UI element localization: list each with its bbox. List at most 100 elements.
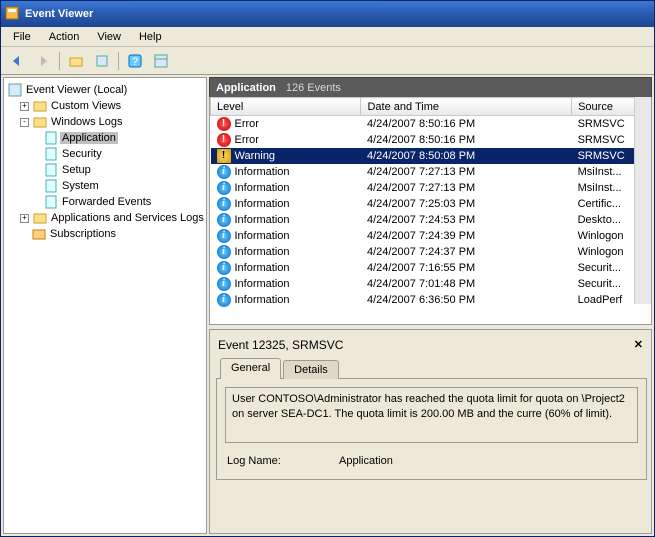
tree-windows-logs[interactable]: -Windows Logs bbox=[8, 114, 206, 130]
tree-application[interactable]: Application bbox=[8, 130, 206, 146]
warning-icon bbox=[217, 149, 231, 163]
help-icon: ? bbox=[128, 54, 142, 68]
table-row[interactable]: Information4/24/2007 7:24:37 PMWinlogon4… bbox=[211, 244, 653, 260]
level-text: Information bbox=[235, 182, 290, 194]
error-icon bbox=[217, 133, 231, 147]
table-row[interactable]: Information4/24/2007 7:24:53 PMDeskto...… bbox=[211, 212, 653, 228]
detail-title: Event 12325, SRMSVC bbox=[216, 336, 647, 358]
tree-label: Custom Views bbox=[49, 100, 123, 112]
tree-label: Security bbox=[60, 148, 104, 160]
properties-icon bbox=[95, 54, 109, 68]
folder-icon bbox=[33, 99, 47, 113]
tree-setup[interactable]: Setup bbox=[8, 162, 206, 178]
table-row[interactable]: Information4/24/2007 7:27:13 PMMsiInst..… bbox=[211, 164, 653, 180]
list-count: 126 Events bbox=[286, 82, 341, 94]
col-source[interactable]: Source bbox=[572, 98, 652, 116]
log-icon bbox=[44, 163, 58, 177]
datetime-cell: 4/24/2007 7:01:48 PM bbox=[361, 276, 572, 292]
datetime-cell: 4/24/2007 7:25:03 PM bbox=[361, 196, 572, 212]
expand-icon[interactable]: + bbox=[20, 102, 29, 111]
col-datetime[interactable]: Date and Time bbox=[361, 98, 572, 116]
datetime-cell: 4/24/2007 8:50:16 PM bbox=[361, 116, 572, 132]
menu-action[interactable]: Action bbox=[41, 29, 88, 45]
tree-subscriptions[interactable]: Subscriptions bbox=[8, 226, 206, 242]
tree-label: Application bbox=[60, 132, 118, 144]
show-hide-tree-button[interactable] bbox=[64, 50, 88, 72]
tree-label: Event Viewer (Local) bbox=[24, 84, 129, 96]
table-row[interactable]: Information 4/24/2007 7:16:55 PMSecurit..… bbox=[211, 260, 653, 276]
detail-pane[interactable]: Event 12325, SRMSVC ✕ General Details Us… bbox=[209, 329, 652, 534]
folder-icon bbox=[33, 211, 47, 225]
log-icon bbox=[44, 195, 58, 209]
source-cell: Winlogon bbox=[572, 228, 652, 244]
level-text: Information bbox=[235, 294, 290, 306]
prop-key: Log Name: bbox=[227, 453, 337, 469]
info-icon bbox=[217, 213, 231, 227]
table-row[interactable]: Information4/24/2007 7:24:39 PMWinlogon6… bbox=[211, 228, 653, 244]
table-row[interactable]: Warning4/24/2007 8:50:08 PMSRMSVC12325No… bbox=[211, 148, 653, 164]
table-row[interactable]: Error4/24/2007 8:50:16 PMSRMSVC8201None bbox=[211, 116, 653, 132]
tree-pane[interactable]: Event Viewer (Local) + Custom Views -Wind… bbox=[3, 77, 207, 534]
info-icon bbox=[217, 181, 231, 195]
source-cell: Securit... bbox=[572, 260, 652, 276]
event-table: Level Date and Time Source Event ID Task… bbox=[210, 97, 652, 308]
tree-security[interactable]: Security bbox=[8, 146, 206, 162]
tree-label: Subscriptions bbox=[48, 228, 118, 240]
datetime-cell: 4/24/2007 7:27:13 PM bbox=[361, 164, 572, 180]
datetime-cell: 4/24/2007 8:50:08 PM bbox=[361, 148, 572, 164]
info-icon bbox=[217, 293, 231, 307]
table-row[interactable]: Information4/24/2007 7:01:48 PMSecurit..… bbox=[211, 276, 653, 292]
table-row[interactable]: Information4/24/2007 7:25:03 PMCertific.… bbox=[211, 196, 653, 212]
panel-icon bbox=[154, 54, 168, 68]
source-cell: Deskto... bbox=[572, 212, 652, 228]
datetime-cell: 4/24/2007 7:24:39 PM bbox=[361, 228, 572, 244]
datetime-cell: 4/24/2007 8:50:16 PM bbox=[361, 132, 572, 148]
menu-view[interactable]: View bbox=[89, 29, 129, 45]
info-icon bbox=[217, 261, 231, 275]
tree-system[interactable]: System bbox=[8, 178, 206, 194]
tree-label: Setup bbox=[60, 164, 93, 176]
level-text: Information bbox=[235, 246, 290, 258]
arrow-left-icon bbox=[10, 54, 24, 68]
menubar: File Action View Help bbox=[1, 27, 654, 47]
source-cell: LoadPerf bbox=[572, 292, 652, 308]
source-cell: Winlogon bbox=[572, 244, 652, 260]
log-icon bbox=[44, 147, 58, 161]
level-text: Error bbox=[235, 118, 259, 130]
tab-details[interactable]: Details bbox=[283, 360, 339, 379]
folder-icon bbox=[69, 54, 83, 68]
tree-label: Forwarded Events bbox=[60, 196, 153, 208]
detail-body: User CONTOSO\Administrator has reached t… bbox=[216, 378, 647, 480]
table-row[interactable]: Information4/24/2007 6:36:50 PMLoadPerf1… bbox=[211, 292, 653, 308]
tree-root[interactable]: Event Viewer (Local) bbox=[8, 82, 206, 98]
level-text: Information bbox=[235, 262, 290, 274]
list-title: Application bbox=[216, 82, 276, 94]
properties-button[interactable] bbox=[90, 50, 114, 72]
help-button[interactable]: ? bbox=[123, 50, 147, 72]
menu-help[interactable]: Help bbox=[131, 29, 170, 45]
source-cell: SRMSVC bbox=[572, 148, 652, 164]
collapse-icon[interactable]: - bbox=[20, 118, 29, 127]
tree-forwarded[interactable]: Forwarded Events bbox=[8, 194, 206, 210]
refresh-button[interactable] bbox=[149, 50, 173, 72]
tree-custom-views[interactable]: + Custom Views bbox=[8, 98, 206, 114]
col-level[interactable]: Level bbox=[211, 98, 361, 116]
event-list-pane[interactable]: Level Date and Time Source Event ID Task… bbox=[209, 97, 652, 325]
window-title: Event Viewer bbox=[25, 8, 93, 20]
tree-app-services[interactable]: + Applications and Services Logs bbox=[8, 210, 206, 226]
table-row[interactable]: Error4/24/2007 8:50:16 PMSRMSVC12306None bbox=[211, 132, 653, 148]
level-text: Information bbox=[235, 214, 290, 226]
datetime-cell: 4/24/2007 7:24:37 PM bbox=[361, 244, 572, 260]
info-icon bbox=[217, 197, 231, 211]
tab-general[interactable]: General bbox=[220, 358, 281, 379]
log-icon bbox=[44, 179, 58, 193]
datetime-cell: 4/24/2007 7:16:55 PM bbox=[361, 260, 572, 276]
prop-val: Application bbox=[339, 453, 393, 469]
back-button[interactable] bbox=[5, 50, 29, 72]
tree-label: Applications and Services Logs bbox=[49, 212, 206, 224]
close-detail-button[interactable]: ✕ bbox=[634, 338, 643, 351]
forward-button[interactable] bbox=[31, 50, 55, 72]
table-row[interactable]: Information4/24/2007 7:27:13 PMMsiInst..… bbox=[211, 180, 653, 196]
menu-file[interactable]: File bbox=[5, 29, 39, 45]
expand-icon[interactable]: + bbox=[20, 214, 29, 223]
